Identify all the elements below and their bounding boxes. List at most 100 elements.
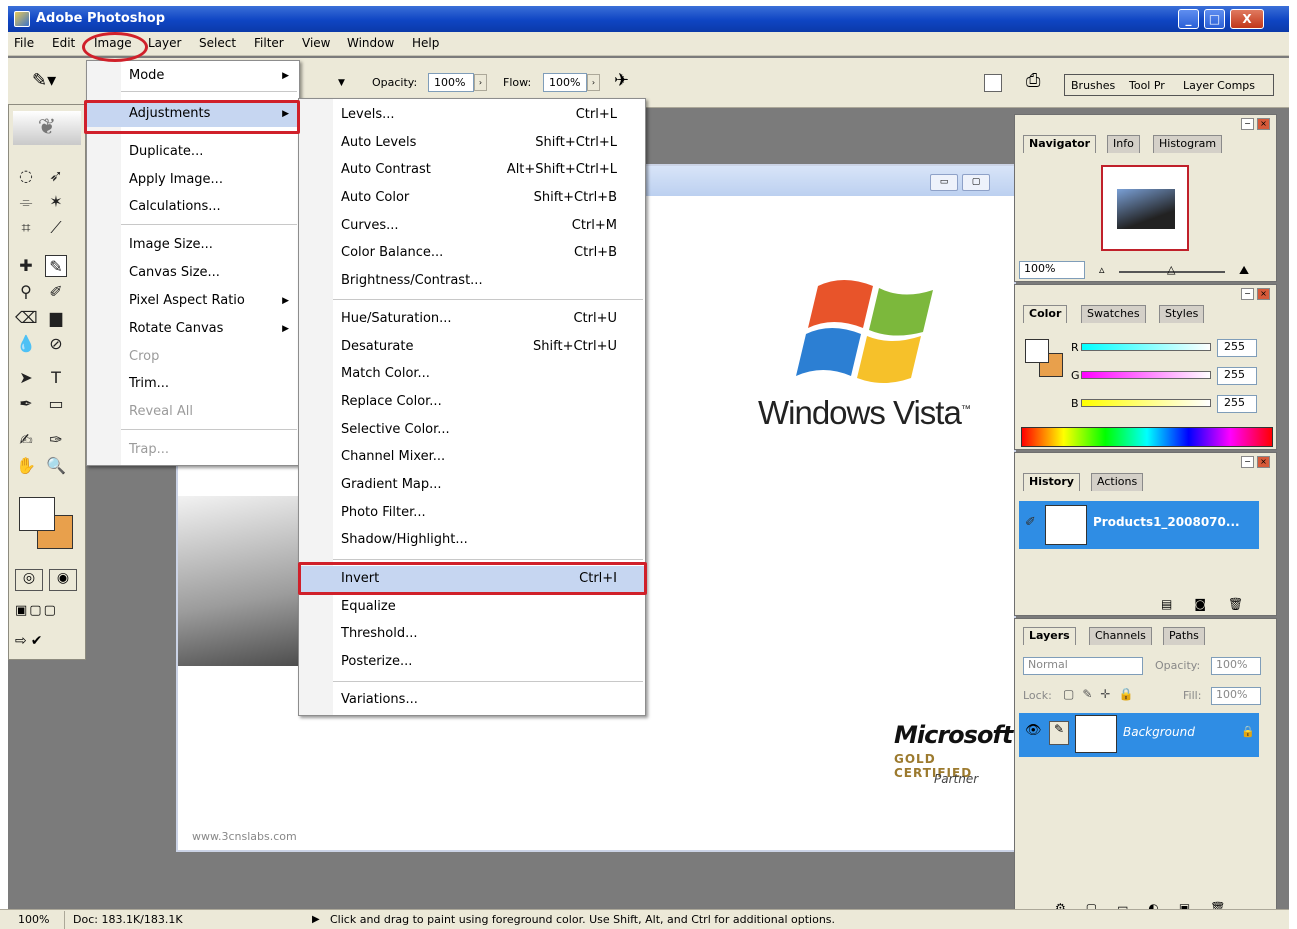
palette-icon[interactable] [984,74,1002,92]
image-menu-duplicate[interactable]: Duplicate... [87,139,299,165]
clone-stamp-icon[interactable]: ⚲ [15,281,37,303]
color-ramp[interactable] [1021,427,1273,447]
adj-threshold[interactable]: Threshold... [299,621,645,647]
panel-minimize-icon[interactable]: − [1241,118,1254,130]
crop-icon[interactable]: ⌗ [15,217,37,239]
maximize-button[interactable]: □ [1204,9,1225,29]
tab-navigator[interactable]: Navigator [1023,135,1097,153]
image-menu-rotate-canvas[interactable]: Rotate Canvas ▶ [87,316,299,342]
adj-hue-saturation[interactable]: Hue/Saturation... Ctrl+U [299,306,645,332]
history-panel-minimize-icon[interactable]: − [1241,456,1254,468]
image-menu-trim[interactable]: Trim... [87,371,299,397]
type-icon[interactable]: T [45,367,67,389]
adj-channel-mixer[interactable]: Channel Mixer... [299,444,645,470]
tab-info[interactable]: Info [1107,135,1140,153]
menu-help[interactable]: Help [412,36,439,50]
blur-icon[interactable]: 💧 [15,333,37,355]
adj-levels[interactable]: Levels... Ctrl+L [299,102,645,128]
image-menu-calculations[interactable]: Calculations... [87,194,299,220]
image-menu-apply-image[interactable]: Apply Image... [87,167,299,193]
layer-row-background[interactable]: 👁 ✎ Background 🔒 [1019,713,1259,757]
tab-color[interactable]: Color [1023,305,1068,323]
adj-color-balance[interactable]: Color Balance... Ctrl+B [299,240,645,266]
adj-gradient-map[interactable]: Gradient Map... [299,472,645,498]
doc-maximize-button[interactable]: ▢ [962,174,990,191]
hand-icon[interactable]: ✋ [15,455,37,477]
layer-opacity-input[interactable]: 100% [1211,657,1261,675]
eraser-icon[interactable]: ⌫ [15,307,38,329]
adj-auto-levels[interactable]: Auto Levels Shift+Ctrl+L [299,130,645,156]
adj-desaturate[interactable]: Desaturate Shift+Ctrl+U [299,334,645,360]
opacity-input[interactable]: 100% [428,73,474,92]
menu-select[interactable]: Select [199,36,236,50]
slice-icon[interactable]: ⟋ [45,217,67,239]
rectangle-shape-icon[interactable]: ▭ [45,393,67,415]
close-button[interactable]: X [1230,9,1264,29]
fill-input[interactable]: 100% [1211,687,1261,705]
channel-r-slider[interactable] [1081,343,1211,351]
notes-icon[interactable]: ✍ [15,429,37,451]
menu-view[interactable]: View [302,36,330,50]
history-brush-icon[interactable]: ✐ [45,281,67,303]
jump-to-imageready-icon[interactable]: ⇨✔ [15,633,77,653]
history-panel-buttons[interactable]: ▤◙🗑 [1161,597,1265,611]
dropdown-arrow-icon[interactable]: ▼ [338,78,345,88]
adj-selective-color[interactable]: Selective Color... [299,417,645,443]
dodge-icon[interactable]: ⊘ [45,333,67,355]
tab-styles[interactable]: Styles [1159,305,1205,323]
adj-auto-color[interactable]: Auto Color Shift+Ctrl+B [299,185,645,211]
adj-replace-color[interactable]: Replace Color... [299,389,645,415]
tab-actions[interactable]: Actions [1091,473,1144,491]
file-browser-icon[interactable]: ⎙ [1026,70,1040,91]
channel-r-input[interactable]: 255 [1217,339,1257,357]
minimize-button[interactable]: _ [1178,9,1199,29]
image-menu-pixel-aspect-ratio[interactable]: Pixel Aspect Ratio ▶ [87,288,299,314]
gradient-icon[interactable]: ▆ [45,307,67,329]
flow-input[interactable]: 100% [543,73,587,92]
navigator-thumbnail[interactable] [1101,165,1189,251]
menu-edit[interactable]: Edit [52,36,75,50]
layer-brush-link-icon[interactable]: ✎ [1049,721,1069,745]
layer-visibility-eye-icon[interactable]: 👁 [1025,723,1042,738]
channel-b-input[interactable]: 255 [1217,395,1257,413]
color-panel-close-icon[interactable]: × [1257,288,1270,300]
navigator-zoom-input[interactable]: 100% [1019,261,1085,279]
zoom-out-icon[interactable]: ▵ [1099,263,1105,276]
zoom-slider-thumb-icon[interactable]: △ [1167,263,1175,276]
channel-g-input[interactable]: 255 [1217,367,1257,385]
channel-b-slider[interactable] [1081,399,1211,407]
path-selection-icon[interactable]: ➤ [15,367,37,389]
adj-shadow-highlight[interactable]: Shadow/Highlight... [299,527,645,553]
adj-posterize[interactable]: Posterize... [299,649,645,675]
lock-icons[interactable]: ▢✎✛🔒 [1063,687,1141,701]
well-tab-brushes[interactable]: Brushes [1071,79,1115,92]
brush-tool-icon[interactable]: ✎ [45,255,67,277]
adj-curves[interactable]: Curves... Ctrl+M [299,213,645,239]
history-brush-source-icon[interactable]: ✐ [1025,515,1036,530]
healing-brush-icon[interactable]: ✚ [15,255,37,277]
well-tab-tool-presets[interactable]: Tool Pr [1129,79,1165,92]
standard-mode-icon[interactable]: ◎ [15,569,43,591]
adj-equalize[interactable]: Equalize [299,594,645,620]
lasso-icon[interactable]: ⌯ [15,191,37,213]
adj-photo-filter[interactable]: Photo Filter... [299,500,645,526]
menu-file[interactable]: File [14,36,34,50]
doc-minimize-button[interactable]: ▭ [930,174,958,191]
marquee-icon[interactable]: ◌ [15,165,37,187]
color-panel-minimize-icon[interactable]: − [1241,288,1254,300]
tab-histogram[interactable]: Histogram [1153,135,1223,153]
quick-mask-icon[interactable]: ◉ [49,569,77,591]
channel-g-slider[interactable] [1081,371,1211,379]
move-icon[interactable]: ➶ [45,165,67,187]
menu-window[interactable]: Window [347,36,394,50]
blend-mode-select[interactable]: Normal [1023,657,1143,675]
menu-filter[interactable]: Filter [254,36,284,50]
adj-auto-contrast[interactable]: Auto Contrast Alt+Shift+Ctrl+L [299,157,645,183]
airbrush-icon[interactable]: ✈ [614,70,629,91]
well-tab-layer-comps[interactable]: Layer Comps [1183,79,1255,92]
tab-layers[interactable]: Layers [1023,627,1076,645]
screen-mode-icons[interactable]: ▣▢▢ [15,603,77,623]
image-menu-mode[interactable]: Mode ▶ [87,63,299,89]
brush-icon[interactable]: ✎▾ [32,70,56,91]
adj-match-color[interactable]: Match Color... [299,361,645,387]
